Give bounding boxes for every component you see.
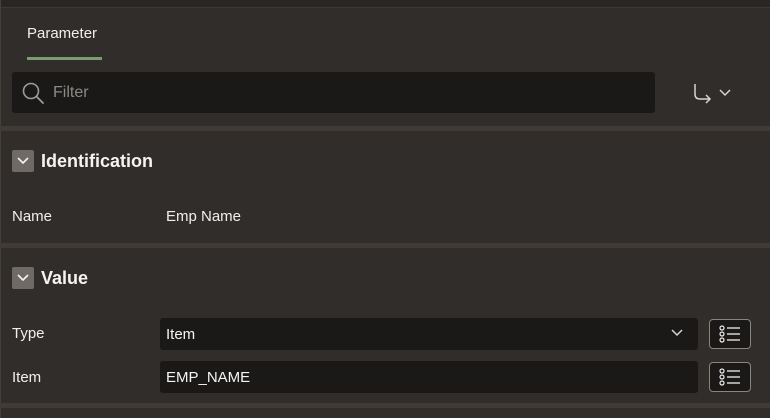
arrow-turn-down-right-icon [694, 84, 712, 104]
section-title: Value [41, 267, 89, 288]
collapse-value-button[interactable] [12, 267, 34, 289]
field-label-type: Type [12, 325, 45, 342]
chevron-down-icon [719, 89, 731, 97]
search-icon [22, 82, 44, 104]
type-list-button[interactable] [709, 319, 751, 349]
collapse-identification-button[interactable] [12, 150, 34, 172]
field-value-name[interactable]: Emp Name [166, 208, 241, 225]
field-label-item: Item [12, 369, 42, 386]
top-strip [0, 0, 770, 8]
tab-active-indicator [27, 57, 102, 60]
section-header-value: Value [12, 267, 88, 289]
item-input-value: EMP_NAME [166, 368, 251, 386]
panel-border [0, 0, 1, 418]
type-select-value: Item [166, 325, 196, 343]
chevron-down-icon [17, 157, 29, 165]
section-title: Identification [41, 150, 153, 171]
section-divider [0, 403, 770, 408]
section-divider [0, 126, 770, 131]
item-input[interactable]: EMP_NAME [160, 361, 698, 393]
section-header-identification: Identification [12, 150, 153, 172]
item-list-button[interactable] [709, 362, 751, 392]
field-label-name: Name [12, 208, 53, 225]
list-icon [719, 325, 740, 343]
tab-parameter[interactable]: Parameter [27, 25, 97, 42]
filter-box [12, 72, 655, 113]
chevron-down-icon [671, 329, 683, 337]
section-divider [0, 243, 770, 248]
filter-input[interactable] [53, 72, 643, 113]
list-icon [719, 368, 740, 386]
goto-group-menu-button[interactable] [690, 80, 734, 106]
type-select[interactable]: Item [160, 318, 698, 350]
chevron-down-icon [17, 274, 29, 282]
